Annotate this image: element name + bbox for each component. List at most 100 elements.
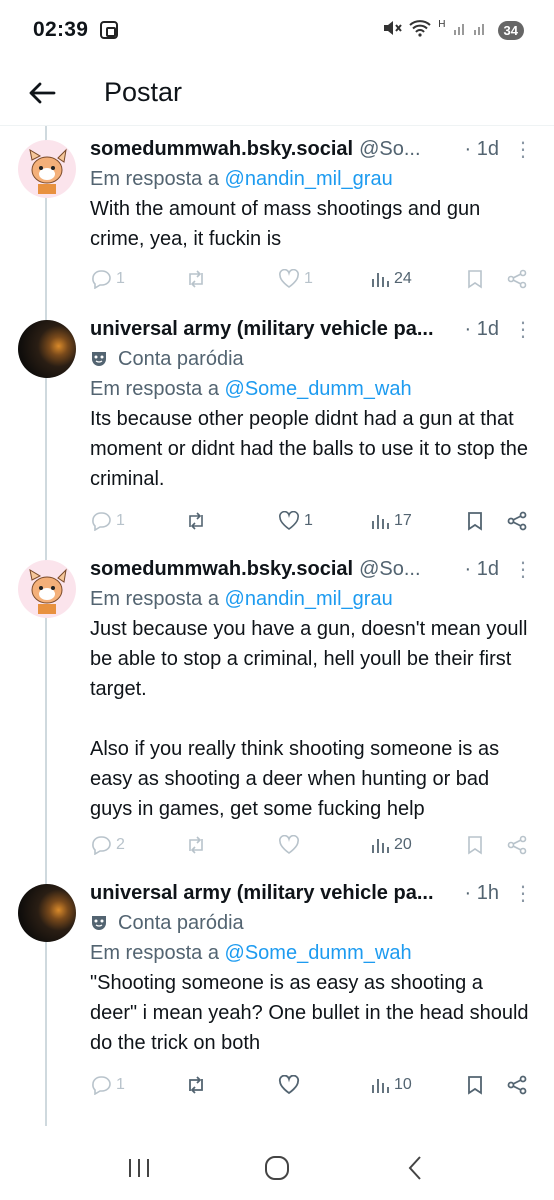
bookmark-button[interactable]: [466, 269, 484, 289]
reply-to-mention[interactable]: @Some_dumm_wah: [225, 378, 412, 400]
like-count: 1: [304, 270, 313, 287]
action-bar: 1 1 24: [90, 264, 536, 294]
chevron-left-icon: [408, 1156, 421, 1180]
signal-icon: [452, 20, 492, 40]
avatar[interactable]: [18, 320, 76, 378]
views-button[interactable]: 20: [370, 835, 412, 855]
bookmark-button[interactable]: [466, 1075, 484, 1095]
share-icon: [507, 269, 527, 289]
avatar[interactable]: [18, 884, 76, 942]
network-type-label: H: [438, 19, 446, 30]
reply-button[interactable]: 2: [90, 835, 125, 855]
repost-icon: [189, 512, 203, 530]
repost-button[interactable]: [185, 511, 211, 531]
handle[interactable]: @So...: [359, 138, 420, 161]
like-count: 1: [304, 512, 313, 529]
like-button[interactable]: [278, 1075, 304, 1095]
repost-button[interactable]: [185, 269, 211, 289]
status-indicators: H 34: [382, 19, 524, 41]
back-nav-button[interactable]: [395, 1148, 435, 1188]
bookmark-icon: [468, 270, 482, 289]
post-text: "Shooting someone is as easy as shooting…: [90, 972, 529, 1054]
share-button[interactable]: [506, 511, 528, 531]
like-button[interactable]: 1: [278, 269, 313, 289]
views-button[interactable]: 10: [370, 1075, 412, 1095]
repost-icon: [189, 1076, 203, 1094]
author-row: universal army (military vehicle pa... ·…: [90, 878, 532, 908]
like-button[interactable]: 1: [278, 511, 313, 531]
more-options-icon[interactable]: ⋮: [513, 557, 532, 582]
share-button[interactable]: [506, 1075, 528, 1095]
avatar[interactable]: [18, 560, 76, 618]
reply-to-mention[interactable]: @nandin_mil_grau: [225, 588, 393, 610]
avatar[interactable]: [18, 140, 76, 198]
share-button[interactable]: [506, 269, 528, 289]
home-icon: [265, 1156, 289, 1180]
reply-count: 2: [116, 836, 125, 853]
bookmark-button[interactable]: [466, 511, 484, 531]
reply-icon: [92, 270, 111, 289]
reply-button[interactable]: 1: [90, 269, 125, 289]
views-button[interactable]: 17: [370, 511, 412, 531]
recent-apps-button[interactable]: [119, 1148, 159, 1188]
like-button[interactable]: [278, 835, 304, 855]
parody-mask-icon: [92, 352, 106, 366]
views-icon: [372, 1079, 389, 1093]
reply-count: 1: [116, 512, 125, 529]
parody-text: Conta paródia: [118, 347, 244, 370]
heart-icon: [279, 835, 299, 854]
heart-icon: [279, 511, 299, 530]
arrow-left-icon: [29, 82, 56, 103]
timestamp[interactable]: · 1d: [457, 318, 499, 341]
reply-to-mention[interactable]: @Some_dumm_wah: [225, 942, 412, 964]
display-name[interactable]: somedummwah.bsky.social: [90, 558, 353, 581]
recent-apps-icon: [129, 1159, 149, 1177]
post-text: Its because other people didnt had a gun…: [90, 408, 529, 490]
display-name[interactable]: somedummwah.bsky.social: [90, 138, 353, 161]
back-button[interactable]: [22, 73, 62, 113]
bookmark-icon: [468, 836, 482, 855]
mute-icon: [382, 19, 403, 41]
repost-button[interactable]: [185, 1075, 211, 1095]
wifi-icon: [408, 19, 432, 41]
repost-button[interactable]: [185, 835, 211, 855]
reply-to-mention[interactable]: @nandin_mil_grau: [225, 168, 393, 190]
reply-button[interactable]: 1: [90, 511, 125, 531]
reply-content: universal army (military vehicle pa... ·…: [90, 878, 532, 1058]
timestamp[interactable]: · 1d: [457, 138, 499, 161]
thread-connector-line: [45, 126, 47, 1126]
handle[interactable]: @So...: [359, 558, 420, 581]
home-button[interactable]: [257, 1148, 297, 1188]
reply-to-prefix: Em resposta a: [90, 378, 225, 400]
reply-to-prefix: Em resposta a: [90, 168, 225, 190]
repost-icon: [189, 270, 203, 288]
reply-thread: somedummwah.bsky.social @So... · 1d ⋮ Em…: [0, 126, 554, 1136]
views-button[interactable]: 24: [370, 269, 412, 289]
reply-to-prefix: Em resposta a: [90, 588, 225, 610]
share-button[interactable]: [506, 835, 528, 855]
author-row: somedummwah.bsky.social @So... · 1d ⋮: [90, 554, 532, 584]
reply-to-line: Em resposta a @Some_dumm_wah: [90, 374, 532, 404]
parody-label: Conta paródia: [90, 908, 532, 938]
display-name[interactable]: universal army (military vehicle pa...: [90, 882, 434, 905]
views-icon: [372, 515, 389, 529]
action-bar: 1 1 17: [90, 506, 536, 536]
battery-indicator: 34: [497, 20, 524, 40]
share-icon: [507, 511, 527, 531]
more-options-icon[interactable]: ⋮: [513, 881, 532, 906]
timestamp[interactable]: · 1d: [457, 558, 499, 581]
reply-icon: [92, 512, 111, 531]
display-name[interactable]: universal army (military vehicle pa...: [90, 318, 434, 341]
bookmark-button[interactable]: [466, 835, 484, 855]
more-options-icon[interactable]: ⋮: [513, 137, 532, 162]
status-bar: 02:39 H 34: [0, 0, 554, 60]
action-bar: 2 20: [90, 830, 536, 860]
timestamp[interactable]: · 1h: [457, 882, 499, 905]
top-bar: Postar: [0, 60, 554, 126]
post-text: With the amount of mass shootings and gu…: [90, 198, 481, 250]
reply-count: 1: [116, 270, 125, 287]
reply-button[interactable]: 1: [90, 1075, 125, 1095]
more-options-icon[interactable]: ⋮: [513, 317, 532, 342]
view-count: 10: [394, 1076, 412, 1093]
system-navigation-bar: [0, 1136, 554, 1200]
